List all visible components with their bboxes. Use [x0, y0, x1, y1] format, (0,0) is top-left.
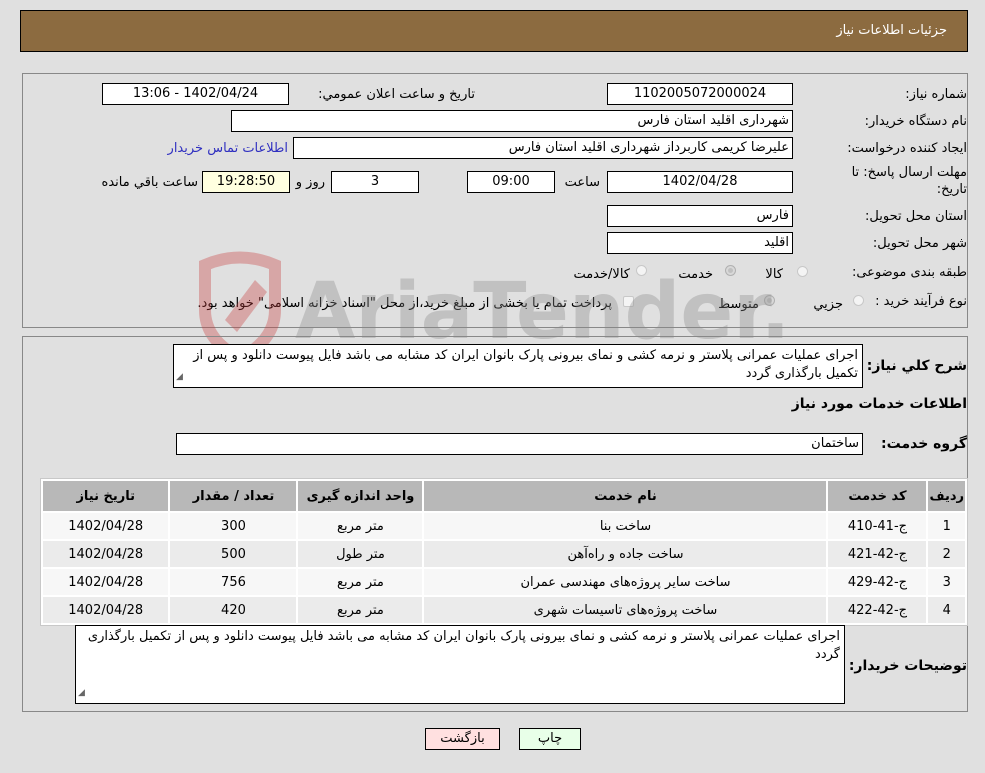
- treasury-payment-note: پرداخت تمام یا بخشی از مبلغ خرید،از محل …: [197, 296, 612, 311]
- buyer-contact-link[interactable]: اطلاعات تماس خریدار: [168, 141, 288, 156]
- cell-date: 1402/04/28: [43, 513, 169, 539]
- cell-qty: 756: [170, 569, 297, 595]
- treasury-payment-checkbox[interactable]: [623, 296, 634, 307]
- deadline-label-2: تاریخ:: [936, 182, 967, 197]
- description-label: شرح کلي نياز:: [866, 358, 967, 374]
- cell-name: ساخت بنا: [424, 513, 827, 539]
- services-table: رديف کد خدمت نام خدمت واحد اندازه گیری ت…: [40, 478, 968, 626]
- remaining-label: ساعت باقي مانده: [101, 175, 198, 190]
- description-text: اجرای عملیات عمرانی پلاستر و نرمه کشی و …: [193, 348, 858, 381]
- cell-name: ساخت جاده و راه‌آهن: [424, 541, 827, 567]
- buyer-org-label: نام دستگاه خریدار:: [864, 114, 967, 129]
- process-radio-minor[interactable]: [853, 295, 864, 306]
- buyer-notes-label: توضیحات خریدار:: [848, 658, 967, 674]
- creator-label: ایجاد کننده درخواست:: [847, 141, 967, 156]
- category-option-goods-service: کالا/خدمت: [573, 267, 630, 282]
- cell-name: ساخت پروژه‌های تاسیسات شهری: [424, 597, 827, 623]
- resize-handle-icon[interactable]: ◢: [78, 684, 85, 702]
- print-button[interactable]: چاپ: [519, 728, 581, 750]
- cell-qty: 420: [170, 597, 297, 623]
- category-radio-service[interactable]: [725, 265, 736, 276]
- cell-qty: 300: [170, 513, 297, 539]
- table-header-row: رديف کد خدمت نام خدمت واحد اندازه گیری ت…: [43, 481, 965, 511]
- page-header: جزئیات اطلاعات نیاز: [20, 10, 968, 52]
- cell-code: ج-42-429: [828, 569, 927, 595]
- cell-date: 1402/04/28: [43, 541, 169, 567]
- cell-row: 2: [928, 541, 965, 567]
- back-button[interactable]: بازگشت: [425, 728, 500, 750]
- need-number-label: شماره نیاز:: [905, 87, 967, 102]
- remaining-time-field: 19:28:50: [202, 171, 290, 193]
- deadline-label: مهلت ارسال پاسخ: تا: [851, 165, 967, 180]
- creator-field: علیرضا کریمی کاربرداز شهرداری اقلید استا…: [293, 137, 793, 159]
- process-label: نوع فرآیند خرید :: [875, 294, 967, 309]
- deadline-time-field: 09:00: [467, 171, 555, 193]
- need-number-field: 1102005072000024: [607, 83, 793, 105]
- buyer-org-field: شهرداری اقلید استان فارس: [231, 110, 793, 132]
- category-radio-goods[interactable]: [797, 266, 808, 277]
- category-option-goods: کالا: [765, 267, 783, 282]
- cell-unit: متر طول: [298, 541, 423, 567]
- cell-qty: 500: [170, 541, 297, 567]
- cell-code: ج-42-421: [828, 541, 927, 567]
- days-label: روز و: [295, 175, 325, 190]
- category-label: طبقه بندی موضوعی:: [851, 265, 967, 280]
- cell-date: 1402/04/28: [43, 569, 169, 595]
- table-row: 3 ج-42-429 ساخت سایر پروژه‌های مهندسی عم…: [43, 569, 965, 595]
- category-option-service: خدمت: [678, 267, 713, 282]
- process-option-medium: متوسط: [718, 297, 759, 312]
- city-field: اقلید: [607, 232, 793, 254]
- col-header-date: تاریخ نیاز: [43, 481, 169, 511]
- province-field: فارس: [607, 205, 793, 227]
- cell-date: 1402/04/28: [43, 597, 169, 623]
- buyer-notes-text: اجرای عملیات عمرانی پلاستر و نرمه کشی و …: [87, 629, 840, 662]
- services-heading: اطلاعات خدمات مورد نياز: [791, 396, 967, 412]
- col-header-code: کد خدمت: [828, 481, 927, 511]
- table-row: 1 ج-41-410 ساخت بنا متر مربع 300 1402/04…: [43, 513, 965, 539]
- col-header-row: رديف: [928, 481, 965, 511]
- cell-row: 4: [928, 597, 965, 623]
- cell-name: ساخت سایر پروژه‌های مهندسی عمران: [424, 569, 827, 595]
- process-option-minor: جزيي: [813, 297, 843, 312]
- category-radio-goods-service[interactable]: [636, 265, 647, 276]
- service-group-field: ساختمان: [176, 433, 863, 455]
- service-group-label: گروه خدمت:: [881, 436, 967, 452]
- cell-code: ج-42-422: [828, 597, 927, 623]
- remaining-days-field: 3: [331, 171, 419, 193]
- announce-label: تاریخ و ساعت اعلان عمومي:: [318, 87, 475, 102]
- cell-row: 3: [928, 569, 965, 595]
- city-label: شهر محل تحویل:: [872, 236, 967, 251]
- table-row: 2 ج-42-421 ساخت جاده و راه‌آهن متر طول 5…: [43, 541, 965, 567]
- deadline-time-label: ساعت: [564, 175, 600, 190]
- col-header-unit: واحد اندازه گیری: [298, 481, 423, 511]
- announce-field: 1402/04/24 - 13:06: [102, 83, 289, 105]
- page-title: جزئیات اطلاعات نیاز: [836, 23, 947, 38]
- cell-unit: متر مربع: [298, 597, 423, 623]
- col-header-qty: تعداد / مقدار: [170, 481, 297, 511]
- cell-unit: متر مربع: [298, 569, 423, 595]
- process-radio-medium[interactable]: [764, 295, 775, 306]
- deadline-date-field: 1402/04/28: [607, 171, 793, 193]
- col-header-name: نام خدمت: [424, 481, 827, 511]
- description-textarea[interactable]: اجرای عملیات عمرانی پلاستر و نرمه کشی و …: [173, 344, 863, 388]
- cell-unit: متر مربع: [298, 513, 423, 539]
- province-label: استان محل تحویل:: [865, 209, 967, 224]
- resize-handle-icon[interactable]: ◢: [176, 368, 183, 386]
- cell-code: ج-41-410: [828, 513, 927, 539]
- buyer-notes-textarea[interactable]: اجرای عملیات عمرانی پلاستر و نرمه کشی و …: [75, 625, 845, 704]
- table-row: 4 ج-42-422 ساخت پروژه‌های تاسیسات شهری م…: [43, 597, 965, 623]
- cell-row: 1: [928, 513, 965, 539]
